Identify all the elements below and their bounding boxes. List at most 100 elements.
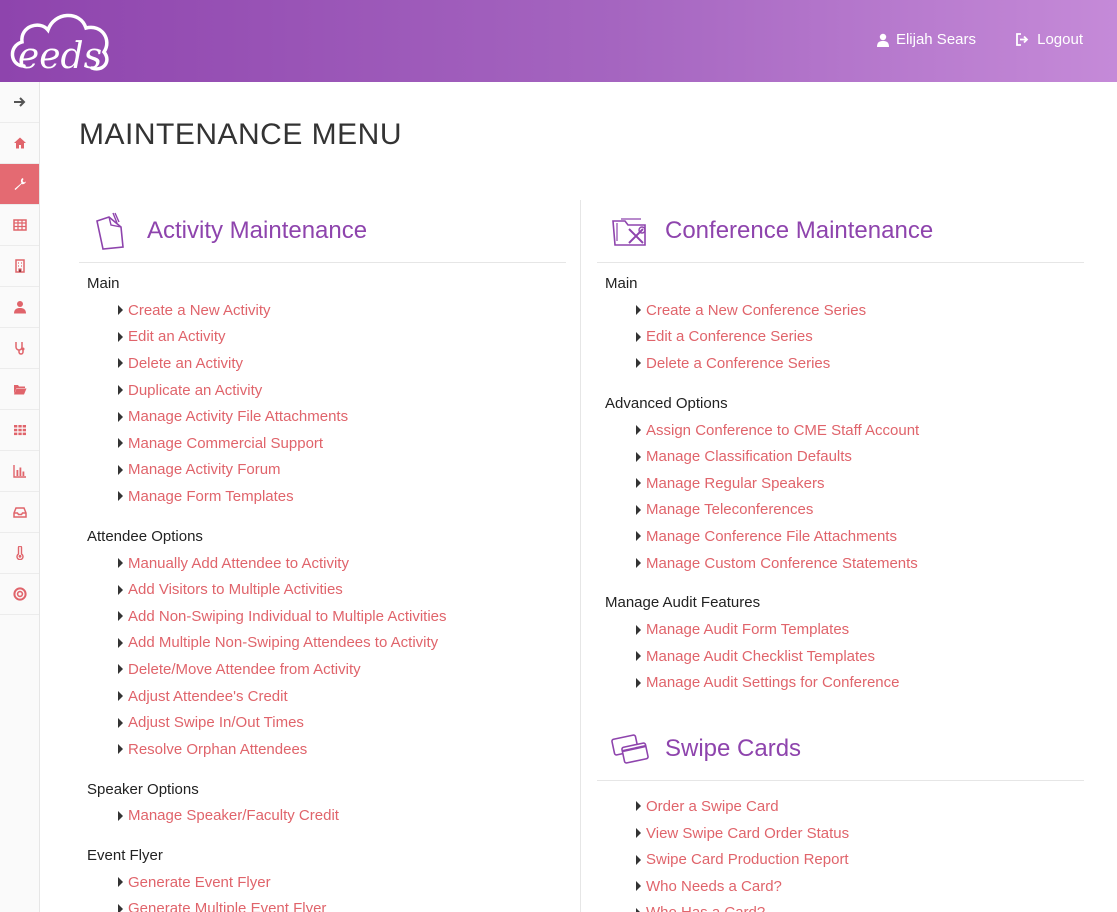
sidebar-item-reports[interactable]: [0, 451, 39, 492]
link-delete-an-activity[interactable]: Delete an Activity: [128, 355, 243, 372]
sidebar-item-maintenance[interactable]: [0, 164, 39, 205]
caret-right-icon: [636, 558, 641, 569]
link-manually-add-attendee-to-activity[interactable]: Manually Add Attendee to Activity: [128, 555, 349, 572]
link-generate-event-flyer[interactable]: Generate Event Flyer: [128, 874, 271, 891]
link-add-multiple-non-swiping-attendees-to-activity[interactable]: Add Multiple Non-Swiping Attendees to Ac…: [128, 634, 438, 651]
sidebar-item-support[interactable]: [0, 574, 39, 615]
menu-link-row: Manage Custom Conference Statements: [597, 550, 1084, 577]
link-manage-custom-conference-statements[interactable]: Manage Custom Conference Statements: [646, 555, 918, 572]
menu-group-speaker-options: Speaker Options Manage Speaker/Faculty Cr…: [79, 777, 566, 830]
sidebar-item-table[interactable]: [0, 205, 39, 246]
group-label: Main: [605, 275, 638, 292]
menu-link-row: Manage Activity Forum: [79, 457, 566, 484]
link-order-a-swipe-card[interactable]: Order a Swipe Card: [646, 798, 779, 815]
link-manage-activity-file-attachments[interactable]: Manage Activity File Attachments: [128, 408, 348, 425]
link-create-a-new-activity[interactable]: Create a New Activity: [128, 302, 271, 319]
link-manage-audit-settings-for-conference[interactable]: Manage Audit Settings for Conference: [646, 674, 900, 691]
link-generate-multiple-event-flyer[interactable]: Generate Multiple Event Flyer: [128, 900, 326, 912]
group-label: Advanced Options: [605, 394, 728, 412]
link-add-non-swiping-individual-to-multiple-activities[interactable]: Add Non-Swiping Individual to Multiple A…: [128, 608, 447, 625]
sidebar-item-expand[interactable]: [0, 82, 39, 123]
user-menu[interactable]: Elijah Sears: [876, 31, 976, 48]
link-swipe-card-production-report[interactable]: Swipe Card Production Report: [646, 851, 849, 868]
life-ring-icon: [12, 587, 27, 601]
menu-link-row: Add Multiple Non-Swiping Attendees to Ac…: [79, 630, 566, 657]
menu-link-row: Assign Conference to CME Staff Account: [597, 417, 1084, 444]
arrow-right-icon: [13, 97, 25, 107]
menu-group-manage-audit-features: Manage Audit Features Manage Audit Form T…: [597, 590, 1084, 696]
building-icon: [14, 259, 25, 273]
menu-link-row: Manage Audit Checklist Templates: [597, 643, 1084, 670]
sidebar-item-stethoscope[interactable]: [0, 328, 39, 369]
menu-link-row: Generate Multiple Event Flyer: [79, 896, 566, 912]
link-manage-activity-forum[interactable]: Manage Activity Forum: [128, 461, 281, 478]
swipe-cards-title: Swipe Cards: [665, 735, 802, 763]
caret-right-icon: [636, 907, 641, 912]
link-manage-teleconferences[interactable]: Manage Teleconferences: [646, 501, 813, 518]
menu-link-row: Delete a Conference Series: [597, 350, 1084, 377]
caret-right-icon: [636, 801, 641, 812]
logout-button[interactable]: Logout: [1015, 31, 1083, 48]
link-delete-move-attendee-from-activity[interactable]: Delete/Move Attendee from Activity: [128, 661, 361, 678]
sidebar-item-thermometer[interactable]: [0, 533, 39, 574]
menu-link-row: Swipe Card Production Report: [597, 846, 1084, 873]
link-who-has-a-card[interactable]: Who Has a Card?: [646, 904, 765, 912]
link-manage-conference-file-attachments[interactable]: Manage Conference File Attachments: [646, 528, 897, 545]
menu-link-row: Manage Regular Speakers: [597, 470, 1084, 497]
menu-link-row: Order a Swipe Card: [597, 793, 1084, 820]
menu-group-attendee-options: Attendee Options Manually Add Attendee to…: [79, 524, 566, 763]
link-manage-commercial-support[interactable]: Manage Commercial Support: [128, 435, 323, 452]
link-resolve-orphan-attendees[interactable]: Resolve Orphan Attendees: [128, 741, 307, 758]
caret-right-icon: [118, 464, 123, 475]
link-delete-a-conference-series[interactable]: Delete a Conference Series: [646, 355, 830, 372]
caret-right-icon: [636, 828, 641, 839]
activity-maintenance-panel: Activity Maintenance Main Create a New Ac…: [79, 200, 566, 912]
link-manage-regular-speakers[interactable]: Manage Regular Speakers: [646, 475, 824, 492]
link-adjust-swipe-in-out-times[interactable]: Adjust Swipe In/Out Times: [128, 714, 304, 731]
logout-label: Logout: [1037, 31, 1083, 48]
menu-link-row: Duplicate an Activity: [79, 377, 566, 404]
sidebar-item-apps[interactable]: [0, 410, 39, 451]
link-edit-a-conference-series[interactable]: Edit a Conference Series: [646, 328, 813, 345]
table-icon: [12, 219, 27, 231]
sidebar-item-folder[interactable]: [0, 369, 39, 410]
menu-link-row: Manage Teleconferences: [597, 497, 1084, 524]
menu-group-advanced-options: Advanced Options Assign Conference to CME…: [597, 391, 1084, 577]
eeds-logo[interactable]: eeds: [6, 6, 114, 76]
link-manage-audit-form-templates[interactable]: Manage Audit Form Templates: [646, 621, 849, 638]
sidebar-item-physician[interactable]: [0, 287, 39, 328]
group-label: Main: [87, 275, 120, 292]
menu-link-row: Manage Commercial Support: [79, 430, 566, 457]
caret-right-icon: [118, 358, 123, 369]
conference-maintenance-title: Conference Maintenance: [665, 217, 934, 244]
link-assign-conference-to-cme-staff-account[interactable]: Assign Conference to CME Staff Account: [646, 422, 919, 439]
thermometer-icon: [15, 546, 24, 560]
link-who-needs-a-card[interactable]: Who Needs a Card?: [646, 878, 782, 895]
menu-link-row: View Swipe Card Order Status: [597, 820, 1084, 847]
link-manage-classification-defaults[interactable]: Manage Classification Defaults: [646, 448, 852, 465]
sidebar-item-home[interactable]: [0, 123, 39, 164]
link-duplicate-an-activity[interactable]: Duplicate an Activity: [128, 382, 262, 399]
caret-right-icon: [118, 691, 123, 702]
link-create-a-new-conference-series[interactable]: Create a New Conference Series: [646, 302, 866, 319]
caret-right-icon: [118, 331, 123, 342]
menu-link-row: Manage Form Templates: [79, 483, 566, 510]
caret-right-icon: [636, 854, 641, 865]
menu-group-main: Main Create a New Activity Edit an Activit…: [79, 271, 566, 510]
link-edit-an-activity[interactable]: Edit an Activity: [128, 328, 226, 345]
sidebar-item-building[interactable]: [0, 246, 39, 287]
link-add-visitors-to-multiple-activities[interactable]: Add Visitors to Multiple Activities: [128, 581, 343, 598]
logout-icon: [1016, 33, 1029, 46]
menu-link-row: Adjust Attendee's Credit: [79, 683, 566, 710]
caret-right-icon: [636, 451, 641, 462]
link-manage-audit-checklist-templates[interactable]: Manage Audit Checklist Templates: [646, 648, 875, 665]
sidebar-item-inbox[interactable]: [0, 492, 39, 533]
wrench-icon: [14, 178, 26, 190]
link-manage-form-templates[interactable]: Manage Form Templates: [128, 488, 294, 505]
link-view-swipe-card-order-status[interactable]: View Swipe Card Order Status: [646, 825, 849, 842]
caret-right-icon: [636, 531, 641, 542]
link-adjust-attendee-s-credit[interactable]: Adjust Attendee's Credit: [128, 688, 288, 705]
group-label: Attendee Options: [87, 527, 203, 545]
link-manage-speaker-faculty-credit[interactable]: Manage Speaker/Faculty Credit: [128, 807, 339, 824]
menu-link-row: Manage Audit Settings for Conference: [597, 670, 1084, 697]
